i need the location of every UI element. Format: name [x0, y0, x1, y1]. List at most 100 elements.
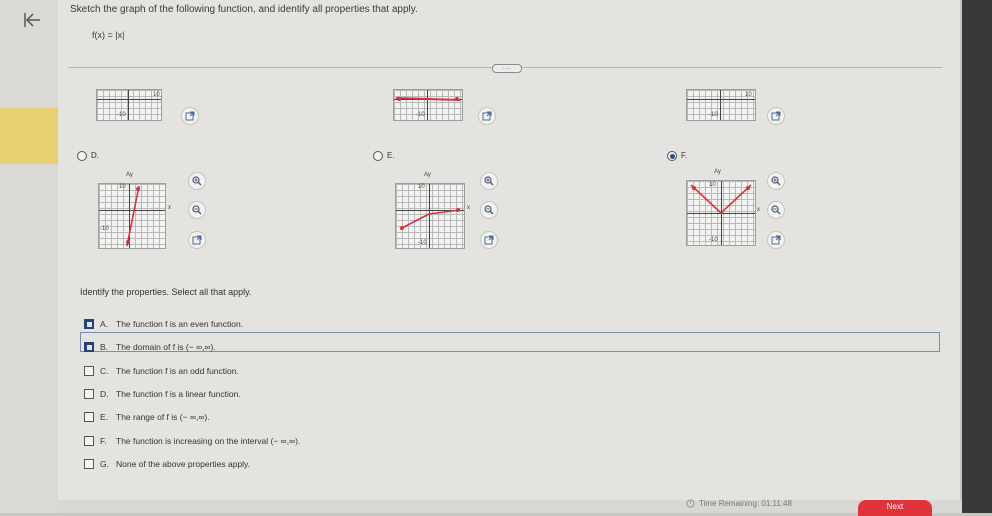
zoom-out-button[interactable] — [480, 201, 498, 219]
property-text: The function f is a linear function. — [116, 389, 241, 399]
zoom-out-button[interactable] — [767, 201, 785, 219]
right-edge — [962, 0, 992, 513]
external-link-icon — [185, 111, 195, 121]
property-f[interactable]: F. The function is increasing on the int… — [84, 434, 300, 448]
external-link-button[interactable] — [767, 231, 785, 249]
property-text: None of the above properties apply. — [116, 459, 251, 469]
property-letter: E. — [100, 412, 109, 422]
external-link-icon — [192, 235, 202, 245]
checkbox[interactable] — [84, 389, 94, 399]
property-letter: C. — [100, 366, 109, 376]
external-link-button[interactable] — [478, 107, 496, 125]
checkbox[interactable] — [84, 366, 94, 376]
question-panel — [58, 0, 960, 500]
next-button[interactable]: Next — [858, 500, 932, 516]
tick-neg: -10 — [100, 226, 109, 232]
zoom-in-icon — [484, 176, 494, 186]
checkbox[interactable] — [84, 319, 94, 329]
clock-icon — [686, 499, 695, 508]
external-link-icon — [484, 235, 494, 245]
left-rail-accent — [0, 108, 58, 164]
graph-option-e[interactable]: 10 -10 — [395, 183, 465, 249]
tick-pos: 10 — [418, 184, 425, 190]
graph-option-e-curve — [399, 208, 461, 230]
zoom-in-button[interactable] — [767, 172, 785, 190]
external-link-icon — [482, 111, 492, 121]
property-text: The function f is an even function. — [116, 319, 244, 329]
external-link-icon — [771, 235, 781, 245]
y-axis — [720, 90, 721, 120]
zoom-out-button[interactable] — [188, 201, 206, 219]
checkbox[interactable] — [84, 436, 94, 446]
property-c[interactable]: C. The function f is an odd function. — [84, 364, 239, 378]
graph-top-a[interactable]: 10 -10 — [96, 89, 162, 121]
graph-top-b[interactable]: -10 — [393, 89, 463, 121]
property-g[interactable]: G. None of the above properties apply. — [84, 457, 250, 471]
zoom-out-icon — [192, 205, 202, 215]
left-rail — [0, 0, 58, 513]
option-f-label: F. — [681, 151, 688, 160]
tick-neg: -10 — [709, 237, 718, 243]
tick-neg: -10 — [418, 240, 427, 246]
property-letter: B. — [100, 342, 109, 352]
tick-pos: 10 — [709, 182, 716, 188]
graph-option-d-curve — [126, 185, 140, 247]
option-d-radio[interactable] — [77, 151, 87, 161]
graph-option-d[interactable]: 10 -10 — [98, 183, 166, 249]
option-f-radio[interactable] — [667, 151, 677, 161]
checkbox[interactable] — [84, 459, 94, 469]
zoom-out-icon — [484, 205, 494, 215]
checkbox[interactable] — [84, 412, 94, 422]
graph-option-d-x-label: x — [168, 205, 171, 211]
question-prompt: Sketch the graph of the following functi… — [70, 4, 418, 15]
tick-neg: -10 — [117, 112, 126, 118]
property-letter: D. — [100, 389, 109, 399]
drag-handle[interactable]: ..... — [492, 64, 522, 73]
x-axis — [97, 99, 161, 100]
property-text: The function is increasing on the interv… — [116, 436, 301, 446]
tick-neg: -10 — [416, 112, 425, 118]
tick-neg: -10 — [709, 112, 718, 118]
property-letter: G. — [100, 459, 109, 469]
graph-top-b-curve — [395, 97, 461, 101]
external-link-button[interactable] — [188, 231, 206, 249]
option-e-radio[interactable] — [373, 151, 383, 161]
graph-option-e-y-label: Ay — [424, 172, 431, 178]
graph-option-f-y-label: Ay — [714, 169, 721, 175]
tick-pos: 10 — [119, 184, 126, 190]
property-text: The range of f is (− ∞,∞). — [116, 412, 210, 422]
tick-pos: 10 — [745, 92, 752, 98]
external-link-button[interactable] — [181, 107, 199, 125]
zoom-in-icon — [771, 176, 781, 186]
property-e[interactable]: E. The range of f is (− ∞,∞). — [84, 410, 210, 424]
back-button[interactable] — [18, 6, 46, 34]
bottom-strip — [58, 500, 962, 513]
properties-title: Identify the properties. Select all that… — [80, 287, 252, 297]
back-arrow-icon — [24, 13, 40, 27]
property-b[interactable]: B. The domain of f is (− ∞,∞). — [84, 340, 216, 354]
zoom-in-icon — [192, 176, 202, 186]
zoom-in-button[interactable] — [480, 172, 498, 190]
external-link-icon — [771, 111, 781, 121]
option-e-label: E. — [387, 151, 395, 160]
timer: Time Remaining: 01:11:48 — [686, 499, 792, 508]
external-link-button[interactable] — [767, 107, 785, 125]
external-link-button[interactable] — [480, 231, 498, 249]
zoom-out-icon — [771, 205, 781, 215]
property-letter: F. — [100, 436, 107, 446]
property-d[interactable]: D. The function f is a linear function. — [84, 387, 241, 401]
zoom-in-button[interactable] — [188, 172, 206, 190]
time-remaining-text: Time Remaining: 01:11:48 — [699, 499, 792, 508]
graph-option-f-x-label: x — [757, 207, 760, 213]
checkbox[interactable] — [84, 342, 94, 352]
graph-top-c[interactable]: 10 -10 — [686, 89, 756, 121]
graph-option-f-curve — [690, 184, 752, 215]
graph-option-f[interactable]: 10 -10 — [686, 180, 756, 246]
property-a[interactable]: A. The function f is an even function. — [84, 317, 243, 331]
graph-option-d-y-label: Ay — [126, 172, 133, 178]
graph-option-e-x-label: x — [467, 205, 470, 211]
option-d-label: D. — [91, 151, 99, 160]
function-text: f(x) = |x| — [92, 30, 125, 40]
property-text: The function f is an odd function. — [116, 366, 239, 376]
x-axis — [687, 99, 755, 100]
